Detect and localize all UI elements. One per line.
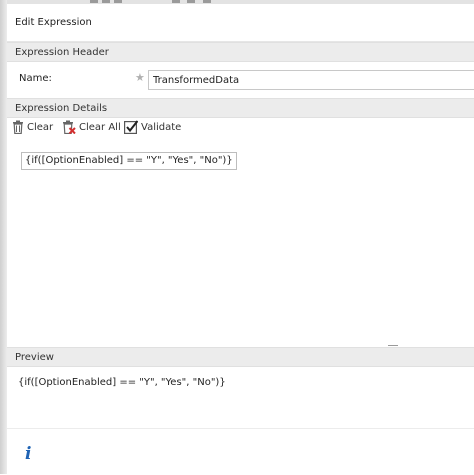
preview-section: Preview (7, 347, 474, 367)
clear-button[interactable]: Clear (12, 119, 53, 135)
star-icon: ★ (135, 71, 145, 84)
validate-button[interactable]: Validate (124, 119, 181, 135)
background-icon (90, 0, 98, 3)
checkbox-check-icon (124, 120, 141, 134)
expression-token[interactable]: {if([OptionEnabled] == "Y", "Yes", "No")… (21, 152, 237, 170)
clear-all-button[interactable]: Clear All (62, 119, 121, 135)
dialog-title-bar: Edit Expression (7, 4, 474, 42)
name-input[interactable] (148, 70, 474, 90)
expression-details-section: Expression Details (7, 98, 474, 118)
section-title: Expression Details (15, 103, 108, 114)
section-title: Expression Header (15, 47, 109, 58)
background-icon (172, 0, 180, 3)
clear-button-label: Clear (27, 121, 54, 133)
background-icon (114, 0, 122, 3)
expression-editor-area[interactable] (7, 140, 474, 346)
validate-button-label: Validate (141, 121, 182, 133)
background-icon (203, 0, 211, 3)
section-title: Preview (15, 352, 54, 363)
trash-x-icon (62, 120, 79, 134)
trash-icon (12, 120, 27, 134)
name-label: Name: (19, 73, 52, 84)
dialog-footer (7, 428, 474, 475)
info-icon[interactable]: i (25, 444, 31, 464)
preview-text: {if([OptionEnabled] == "Y", "Yes", "No")… (18, 377, 226, 388)
background-window-edge (0, 0, 7, 474)
background-icon (102, 0, 110, 3)
background-icon (187, 0, 195, 3)
dialog-title: Edit Expression (15, 17, 92, 28)
edit-expression-dialog: Edit Expression Expression Header Name: … (0, 0, 474, 475)
clear-all-button-label: Clear All (79, 121, 121, 133)
expression-header-section: Expression Header (7, 42, 474, 62)
